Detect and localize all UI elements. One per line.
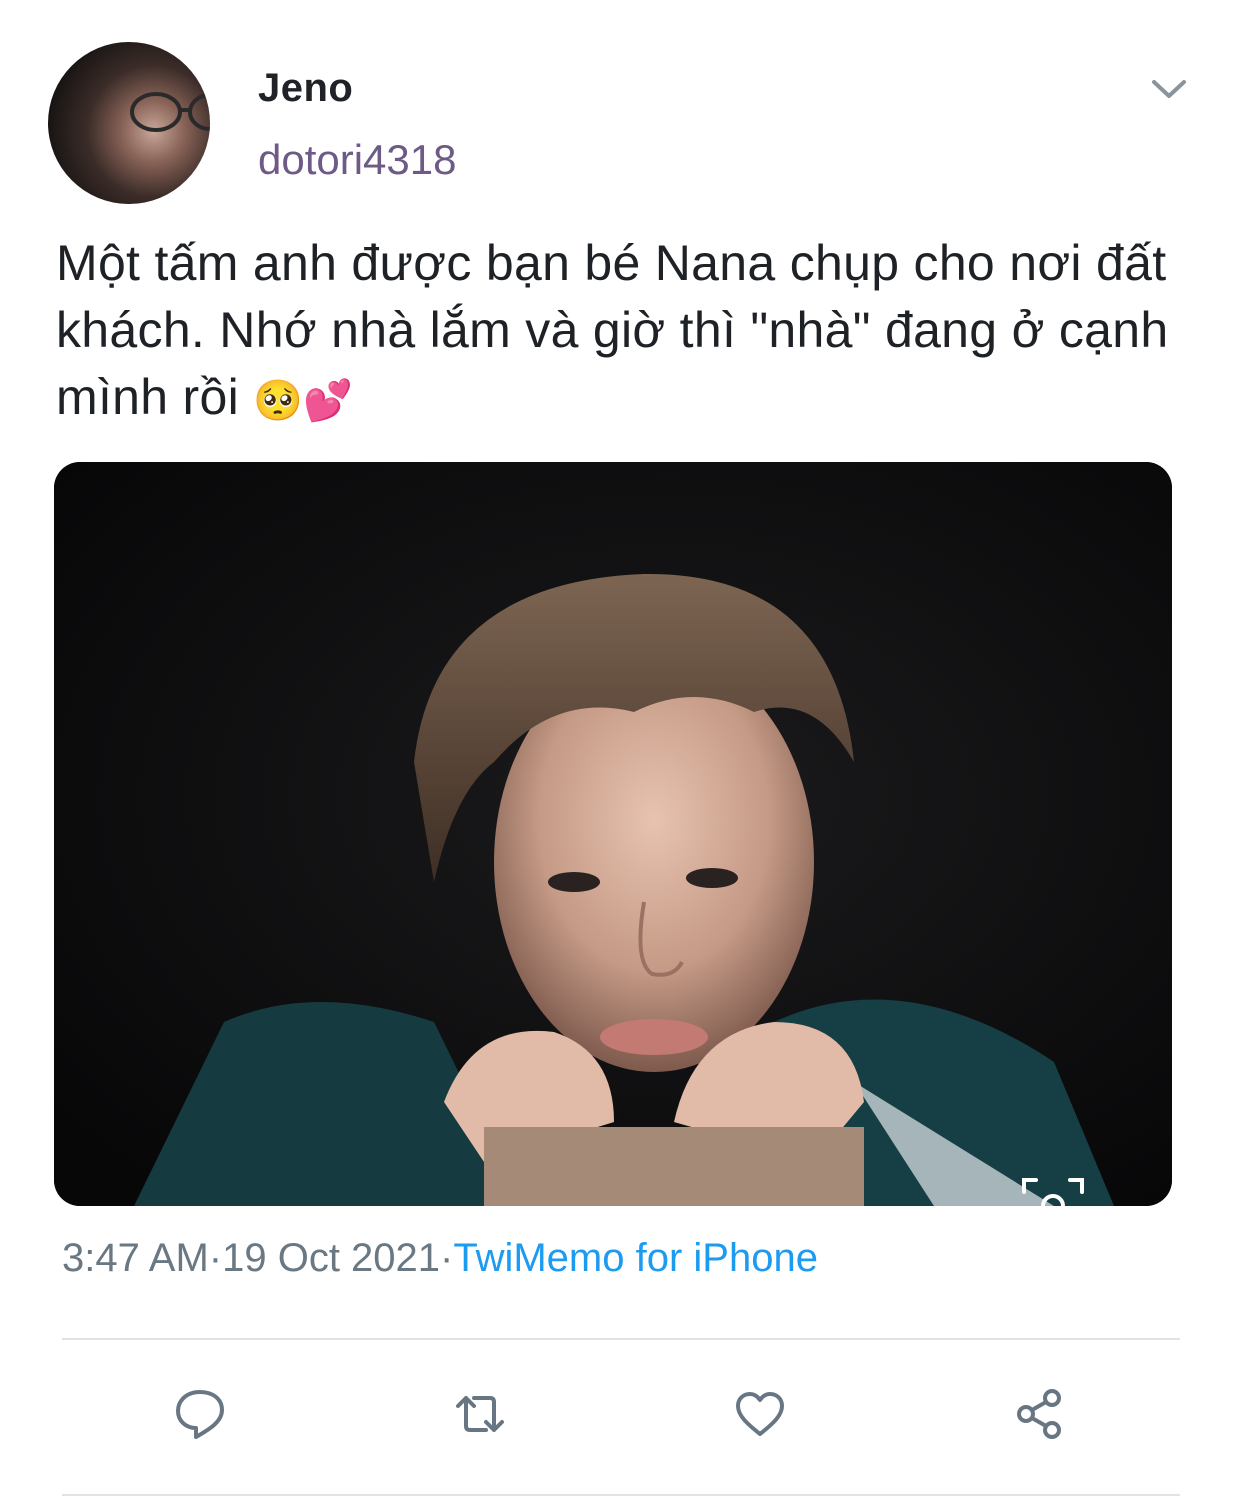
share-button[interactable] — [1008, 1382, 1072, 1446]
like-button[interactable] — [728, 1382, 792, 1446]
reply-button[interactable] — [168, 1382, 232, 1446]
divider — [62, 1494, 1180, 1496]
heart-icon — [736, 1392, 784, 1436]
avatar-glasses-icon — [130, 92, 210, 132]
reply-icon — [176, 1390, 224, 1439]
tweet-source-link[interactable]: TwiMemo for iPhone — [453, 1236, 818, 1280]
tweet-text: Một tấm anh được bạn bé Nana chụp cho nơ… — [56, 230, 1206, 435]
tweet-meta: 3:47 AM·19 Oct 2021·TwiMemo for iPhone — [62, 1236, 818, 1281]
share-icon — [1017, 1389, 1061, 1439]
user-handle[interactable]: dotori4318 — [258, 136, 457, 184]
avatar[interactable] — [48, 42, 210, 204]
meta-separator: · — [440, 1236, 454, 1280]
meta-separator: · — [208, 1236, 223, 1280]
tweet-body: Một tấm anh được bạn bé Nana chụp cho nơ… — [56, 235, 1169, 425]
tweet-actions — [0, 1382, 1242, 1446]
tweet-emoji: 🥺💕 — [253, 378, 354, 424]
display-name[interactable]: Jeno — [258, 66, 353, 111]
photo-illustration — [54, 462, 1172, 1206]
retweet-icon — [456, 1396, 504, 1432]
chevron-down-icon[interactable] — [1150, 74, 1188, 104]
retweet-button[interactable] — [448, 1382, 512, 1446]
divider — [62, 1338, 1180, 1340]
tweet-photo[interactable] — [54, 462, 1172, 1206]
image-scan-icon[interactable] — [1020, 1176, 1086, 1210]
tweet-time: 3:47 AM — [62, 1236, 209, 1280]
tweet-date: 19 Oct 2021 — [222, 1236, 441, 1280]
